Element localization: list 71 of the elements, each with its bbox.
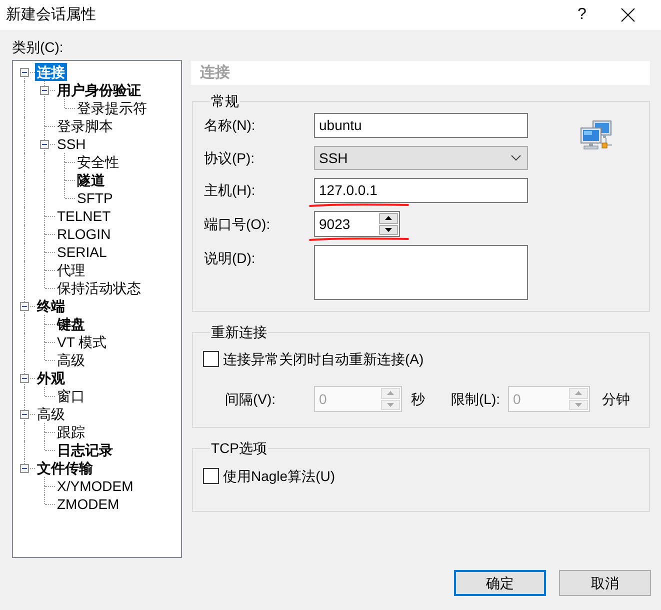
collapse-icon[interactable] [20,302,29,311]
field-label: 间隔(V): [225,390,277,409]
spin-down-button[interactable] [379,224,398,235]
collapse-icon[interactable] [20,68,29,77]
tree-item[interactable]: SFTP [75,189,115,207]
tree-item[interactable]: 跟踪 [55,423,87,441]
spin-up-button[interactable] [379,213,398,224]
text-field[interactable]: 127.0.0.1 [314,178,528,203]
category-label: 类别(C): [12,39,64,55]
field-label: 说明(D): [204,249,256,268]
dialog-button[interactable]: 确定 [454,570,546,596]
tree-item[interactable]: 连接 [35,63,67,81]
checkbox-label: 连接异常关闭时自动重新连接(A) [223,350,424,369]
tree-item[interactable]: 登录脚本 [55,117,115,135]
tree-item[interactable]: 安全性 [75,153,121,171]
group-title: 常规 [210,93,240,109]
tree-item[interactable]: 保持活动状态 [55,279,143,297]
field-label: 主机(H): [204,181,256,200]
up-triangle-icon [387,391,394,396]
page-title: 连接 [191,61,650,85]
tree-item[interactable]: VT 模式 [55,333,109,351]
collapse-icon[interactable] [20,464,29,473]
collapse-icon[interactable] [20,374,29,383]
group-title: TCP选项 [210,440,268,456]
collapse-icon[interactable] [20,410,29,419]
chevron-down-icon [511,155,521,161]
networked-computers-icon [580,120,613,152]
down-triangle-icon [385,228,392,232]
window-title: 新建会话属性 [6,4,97,25]
tree-item[interactable]: 日志记录 [55,441,115,459]
text-area[interactable] [314,245,528,300]
category-tree[interactable]: 连接 用户身份验证 登录提示符 登录脚本 SSH 安全性 隧道 SFTP TELNET RLOGIN SERIAL 代理 保持活动状态 终端 键盘 VT 模式 高级 外观 窗口 高级 跟踪 日志记录 文件传输 X/YMODEM ZMODEM [12,60,182,558]
tree-item[interactable]: 外观 [35,369,67,387]
text-field[interactable]: ubuntu [314,113,528,138]
tree-item[interactable]: TELNET [55,207,113,225]
collapse-icon[interactable] [40,140,49,149]
unit-label: 秒 [411,390,425,408]
tree-item[interactable]: 窗口 [55,387,87,405]
tree-item[interactable]: 代理 [55,261,87,279]
down-triangle-icon [387,402,394,407]
field-label: 端口号(O): [204,214,272,234]
down-triangle-icon [575,402,582,407]
dialog-button[interactable]: 取消 [559,570,651,596]
tree-item[interactable]: RLOGIN [55,225,113,243]
tree-item[interactable]: SSH [55,135,88,153]
tree-item[interactable]: 登录提示符 [75,99,149,117]
close-icon [621,8,635,22]
unit-label: 分钟 [602,390,630,408]
tree-item[interactable]: 高级 [35,405,67,423]
checkbox[interactable] [203,468,219,484]
tree-item[interactable]: 文件传输 [35,459,95,477]
tree-item[interactable]: 用户身份验证 [55,81,143,99]
up-triangle-icon [385,216,392,220]
spin-box[interactable]: 9023 [314,211,400,237]
group-title: 重新连接 [210,324,268,340]
tree-item[interactable]: 终端 [35,297,67,315]
help-button[interactable]: ? [559,0,605,30]
tree-item[interactable]: 隧道 [75,171,107,189]
checkbox[interactable] [203,351,219,367]
tree-item[interactable]: X/YMODEM [55,477,136,495]
tree-item[interactable]: SERIAL [55,243,109,261]
field-label: 限制(L): [451,390,501,409]
up-triangle-icon [575,391,582,396]
checkbox-label: 使用Nagle算法(U) [223,466,336,486]
field-label: 协议(P): [204,148,256,168]
tree-item[interactable]: ZMODEM [55,495,122,513]
dropdown[interactable]: SSH [314,146,528,170]
collapse-icon[interactable] [40,86,49,95]
tree-item[interactable]: 高级 [55,351,87,369]
tree-item[interactable]: 键盘 [55,315,87,333]
field-label: 名称(N): [204,116,256,135]
